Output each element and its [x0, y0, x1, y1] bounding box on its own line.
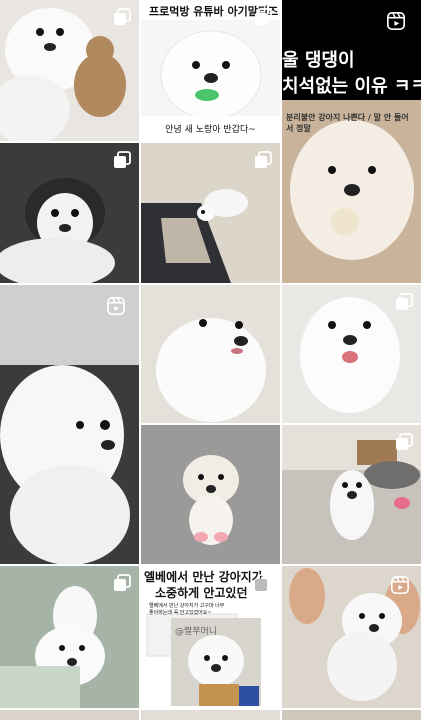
- post-tile-4[interactable]: [0, 143, 139, 283]
- post-tile-11[interactable]: [0, 566, 139, 708]
- reels-icon: [391, 576, 411, 596]
- post-tile-14[interactable]: [0, 710, 139, 720]
- post-12-screenshot-text: 엘베에서 만난 강아지가 고구마 너무 좋아하는데 꼭 안고있었어요~: [149, 603, 225, 616]
- reels-icon: [107, 297, 127, 317]
- post-3-subline: 분리불안 강아지 나쁜다 / 말 안 들어서 정말: [286, 113, 409, 133]
- post-tile-8[interactable]: [282, 285, 421, 423]
- post-tile-9[interactable]: [141, 425, 280, 564]
- post-12-handle: @짤쭈머니: [175, 627, 218, 637]
- post-3-image: [282, 0, 421, 283]
- post-9-image: [141, 425, 280, 564]
- post-12-title-line2: 소중하게 안고있던: [155, 586, 248, 600]
- profile-post-grid: 프로먹방 유튜바 아기말티즈 안녕 새 노랑아 반갑다~ 울 댕댕이 치석없는 …: [0, 0, 421, 720]
- reels-icon: [387, 12, 409, 34]
- post-tile-5[interactable]: [141, 143, 280, 283]
- post-tile-2[interactable]: 프로먹방 유튜바 아기말티즈 안녕 새 노랑아 반갑다~: [141, 0, 280, 141]
- post-12-title-line1: 엘베에서 만난 강아지가: [144, 570, 263, 584]
- post-tile-1[interactable]: [0, 0, 139, 141]
- post-tile-15[interactable]: [141, 710, 280, 720]
- carousel-icon: [113, 151, 131, 169]
- carousel-icon: [254, 8, 272, 26]
- post-tile-12[interactable]: 엘베에서 만난 강아지가 소중하게 안고있던 엘베에서 만난 강아지가 고구마 …: [141, 566, 280, 708]
- carousel-icon: [254, 151, 272, 169]
- post-tile-10[interactable]: [282, 425, 421, 564]
- carousel-icon: [113, 8, 131, 26]
- post-tile-3[interactable]: 울 댕댕이 치석없는 이유 ㅋㅋㅋ 분리불안 강아지 나쁜다 / 말 안 들어서…: [282, 0, 421, 283]
- post-tile-7[interactable]: [141, 285, 280, 423]
- post-tile-6[interactable]: [0, 285, 139, 564]
- carousel-icon: [254, 574, 272, 592]
- post-2-bottom-caption: 안녕 새 노랑아 반갑다~: [165, 125, 256, 135]
- post-tile-13[interactable]: [282, 566, 421, 708]
- carousel-icon: [395, 293, 413, 311]
- post-3-line2: 치석없는 이유 ㅋㅋㅋ: [282, 76, 421, 97]
- carousel-icon: [395, 433, 413, 451]
- post-7-image: [141, 285, 280, 423]
- post-6-image: [0, 285, 139, 564]
- carousel-icon: [113, 574, 131, 592]
- post-3-line1: 울 댕댕이: [282, 50, 355, 71]
- post-tile-16[interactable]: [282, 710, 421, 720]
